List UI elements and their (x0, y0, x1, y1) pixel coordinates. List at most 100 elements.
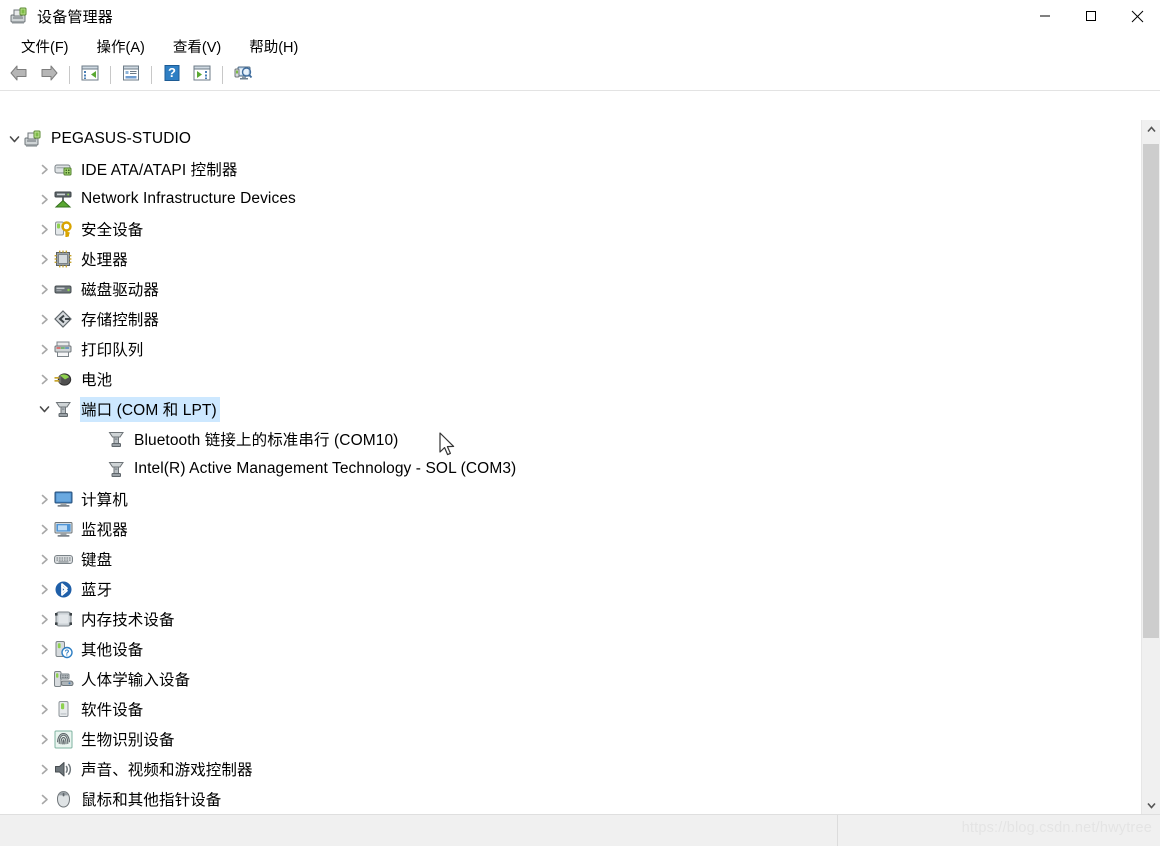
menu-file[interactable]: 文件(F) (12, 33, 78, 60)
tree-item[interactable]: 软件设备 (0, 694, 1141, 724)
tree-item[interactable]: Bluetooth 链接上的标准串行 (COM10) (0, 424, 1141, 454)
tree-item[interactable]: 内存技术设备 (0, 604, 1141, 634)
toolbar-separator (110, 66, 111, 84)
chevron-right-icon[interactable] (35, 370, 53, 388)
properties-icon (121, 64, 141, 87)
chevron-down-icon[interactable] (5, 130, 23, 148)
tree-item-label: 端口 (COM 和 LPT) (80, 396, 220, 422)
watermark-text: https://blog.csdn.net/hwytree (961, 820, 1152, 836)
back-arrow-icon (9, 64, 29, 87)
chevron-right-icon[interactable] (35, 310, 53, 328)
tree-item[interactable]: 生物识别设备 (0, 724, 1141, 754)
scan-hardware-changes-button[interactable] (187, 62, 217, 88)
chevron-right-icon[interactable] (35, 760, 53, 778)
forward-button[interactable] (34, 62, 64, 88)
status-pane-main (0, 815, 838, 846)
chevron-right-icon[interactable] (35, 190, 53, 208)
chevron-right-icon[interactable] (35, 490, 53, 508)
tree-item-label: 生物识别设备 (81, 731, 175, 749)
chevron-right-icon[interactable] (35, 250, 53, 268)
tree-item[interactable]: ? 其他设备 (0, 634, 1141, 664)
chevron-right-icon[interactable] (35, 220, 53, 238)
tree-item[interactable]: 人体学输入设备 (0, 664, 1141, 694)
chevron-down-icon[interactable] (35, 400, 53, 418)
bluetooth-icon (53, 579, 74, 600)
show-hide-console-tree-button[interactable] (75, 62, 105, 88)
tree-item[interactable]: 监视器 (0, 514, 1141, 544)
other-devices-icon: ? (53, 639, 74, 660)
properties-button[interactable] (116, 62, 146, 88)
tree-item[interactable]: 安全设备 (0, 214, 1141, 244)
device-tree[interactable]: PEGASUS-STUDIO IDE ATA/ATAPI 控制器 Network I… (0, 120, 1141, 814)
tree-item[interactable]: 处理器 (0, 244, 1141, 274)
minimize-button[interactable] (1022, 0, 1068, 32)
ide-controller-icon (53, 159, 74, 180)
print-queue-icon (53, 339, 74, 360)
chevron-right-icon[interactable] (35, 640, 53, 658)
window-controls (1022, 0, 1160, 32)
title-bar: 设备管理器 (0, 0, 1160, 32)
tree-item-label: 计算机 (81, 491, 128, 509)
tree-item-label: PEGASUS-STUDIO (51, 129, 192, 147)
menu-view[interactable]: 查看(V) (164, 33, 230, 60)
tree-item[interactable]: IDE ATA/ATAPI 控制器 (0, 154, 1141, 184)
chevron-right-icon[interactable] (35, 520, 53, 538)
tree-item[interactable]: 鼠标和其他指针设备 (0, 784, 1141, 814)
chevron-right-icon[interactable] (35, 160, 53, 178)
menu-action[interactable]: 操作(A) (88, 33, 154, 60)
chevron-right-icon[interactable] (35, 610, 53, 628)
tree-item[interactable]: 键盘 (0, 544, 1141, 574)
memory-technology-icon (53, 609, 74, 630)
chevron-right-icon[interactable] (35, 550, 53, 568)
battery-icon (53, 369, 74, 390)
scroll-up-button[interactable] (1142, 120, 1160, 138)
computer-root-icon (23, 129, 44, 150)
menu-help[interactable]: 帮助(H) (240, 33, 307, 60)
tree-item-label: 安全设备 (81, 221, 144, 239)
tree-item[interactable]: 打印队列 (0, 334, 1141, 364)
maximize-button[interactable] (1068, 0, 1114, 32)
svg-text:?: ? (168, 65, 176, 80)
tree-item-label: 存储控制器 (81, 311, 160, 329)
tree-item[interactable]: Intel(R) Active Management Technology - … (0, 454, 1141, 484)
content-area: PEGASUS-STUDIO IDE ATA/ATAPI 控制器 Network I… (0, 120, 1160, 814)
tree-item-label: Network Infrastructure Devices (81, 189, 296, 207)
tree-item-label: 声音、视频和游戏控制器 (81, 761, 253, 779)
menu-bar: 文件(F) 操作(A) 查看(V) 帮助(H) (0, 32, 1160, 60)
help-button[interactable]: ? (157, 62, 187, 88)
software-device-icon (53, 699, 74, 720)
tree-item-label: 内存技术设备 (81, 611, 175, 629)
chevron-right-icon[interactable] (35, 280, 53, 298)
chevron-right-icon[interactable] (35, 790, 53, 808)
status-pane-right: https://blog.csdn.net/hwytree (838, 815, 1160, 846)
tree-item[interactable]: PEGASUS-STUDIO (0, 124, 1141, 154)
chevron-right-icon[interactable] (35, 730, 53, 748)
chevron-right-icon[interactable] (35, 700, 53, 718)
tree-item[interactable]: 蓝牙 (0, 574, 1141, 604)
tree-item-label: 打印队列 (81, 341, 144, 359)
tree-item[interactable]: 声音、视频和游戏控制器 (0, 754, 1141, 784)
tree-item-label: 鼠标和其他指针设备 (81, 791, 222, 809)
chevron-right-icon[interactable] (35, 670, 53, 688)
scrollbar-track[interactable] (1142, 138, 1160, 796)
tree-item[interactable]: 电池 (0, 364, 1141, 394)
tree-item[interactable]: 端口 (COM 和 LPT) (0, 394, 1141, 424)
security-key-icon (53, 219, 74, 240)
update-driver-button[interactable] (228, 62, 258, 88)
svg-text:?: ? (65, 648, 70, 657)
back-button[interactable] (4, 62, 34, 88)
tree-item-label: 其他设备 (81, 641, 144, 659)
chevron-right-icon[interactable] (35, 580, 53, 598)
tree-item-label: IDE ATA/ATAPI 控制器 (81, 161, 238, 179)
close-button[interactable] (1114, 0, 1160, 32)
tree-item[interactable]: Network Infrastructure Devices (0, 184, 1141, 214)
vertical-scrollbar[interactable] (1141, 120, 1160, 814)
tree-item-label: 键盘 (81, 551, 113, 569)
tree-item[interactable]: 计算机 (0, 484, 1141, 514)
toolbar-separator (151, 66, 152, 84)
scrollbar-thumb[interactable] (1143, 144, 1159, 638)
chevron-right-icon[interactable] (35, 340, 53, 358)
tree-item[interactable]: 磁盘驱动器 (0, 274, 1141, 304)
tree-item[interactable]: 存储控制器 (0, 304, 1141, 334)
scroll-down-button[interactable] (1142, 796, 1160, 814)
